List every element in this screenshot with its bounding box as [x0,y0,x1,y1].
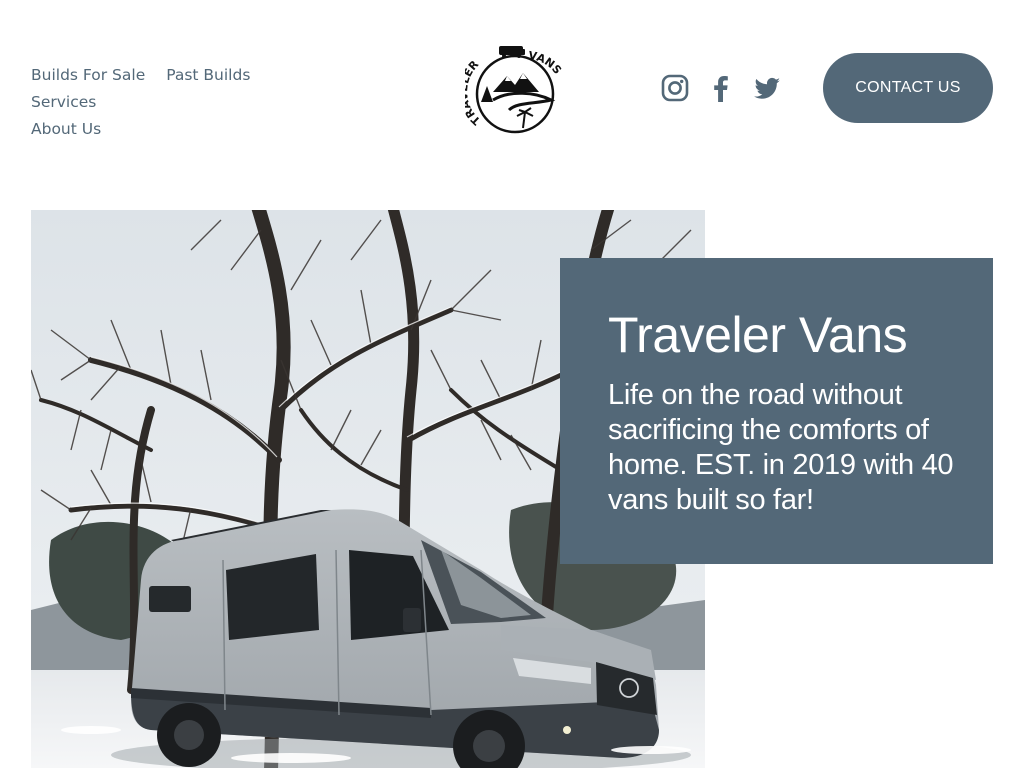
twitter-icon[interactable] [752,73,782,103]
nav-item-services[interactable]: Services [31,93,96,111]
hero-title: Traveler Vans [608,307,908,363]
nav-item-builds-for-sale[interactable]: Builds For Sale [31,66,145,84]
hero-card: Traveler Vans Life on the road without s… [560,258,993,564]
nav-item-about-us[interactable]: About Us [31,120,101,138]
hero-description: Life on the road without sacrificing the… [608,379,954,516]
site-logo[interactable]: TRAVELER VANS [457,40,564,136]
contact-us-button[interactable]: CONTACT US [823,53,993,123]
svg-text:TRAVELER: TRAVELER [465,58,483,128]
instagram-icon[interactable] [660,73,690,103]
social-links [660,73,782,103]
facebook-icon[interactable] [706,73,736,103]
main-nav: Builds For Sale Past Builds Services Abo… [31,62,321,143]
logo-emblem: TRAVELER VANS [457,46,564,134]
logo-text-traveler: TRAVELER [457,58,483,128]
nav-item-past-builds[interactable]: Past Builds [166,66,250,84]
